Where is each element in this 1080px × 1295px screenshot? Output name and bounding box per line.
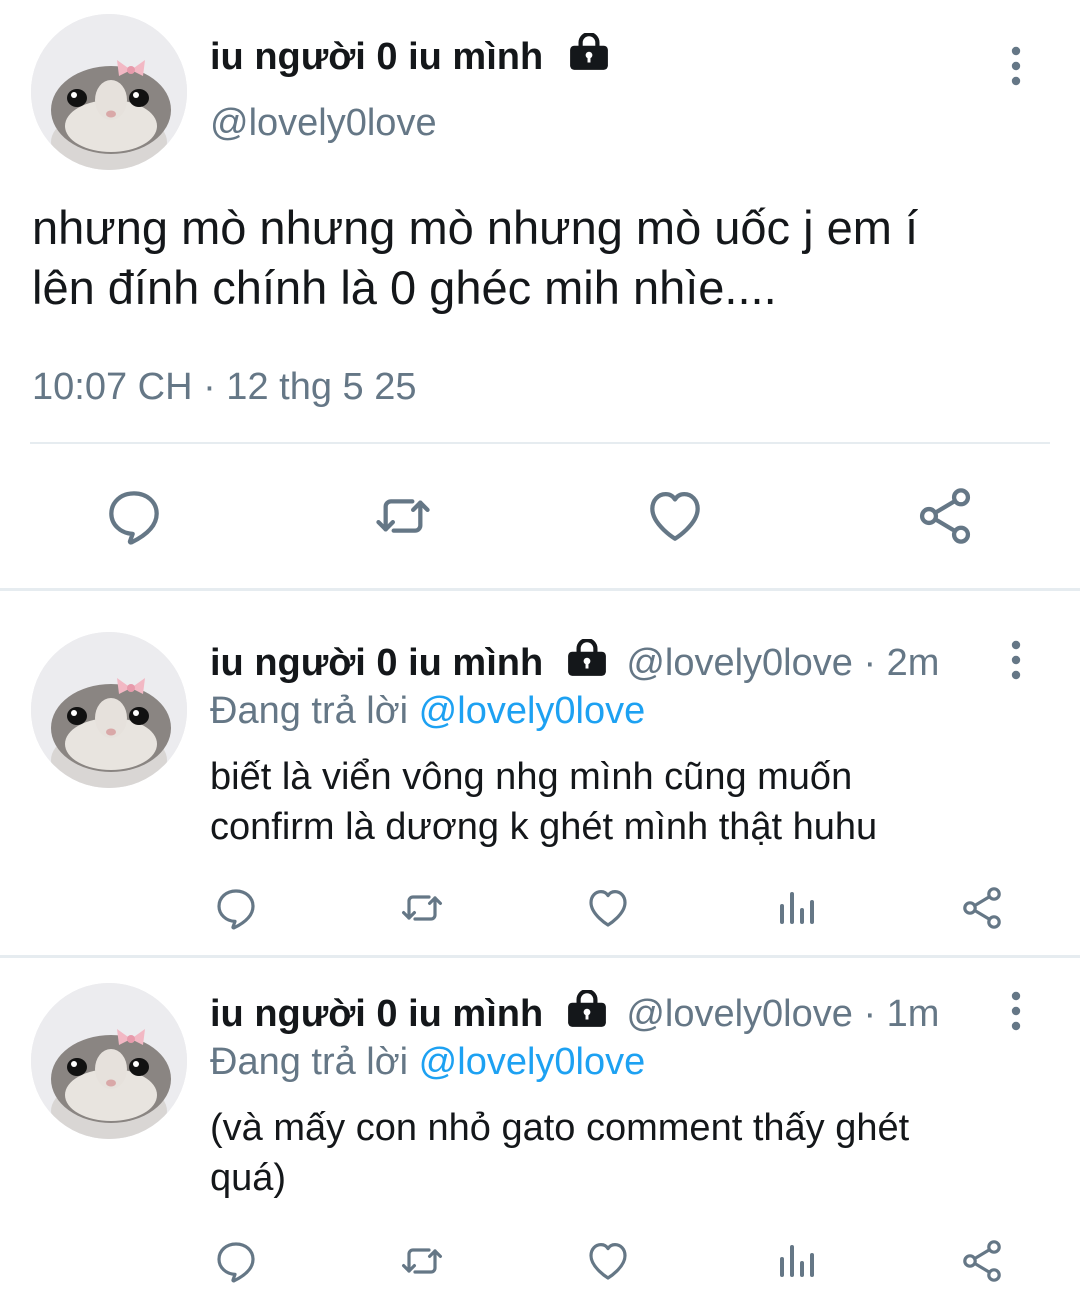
replying-to-link[interactable]: @lovely0love: [419, 690, 646, 732]
heart-icon: [584, 884, 632, 932]
share-icon: [958, 884, 1006, 932]
like-button[interactable]: [584, 884, 632, 932]
retweet-icon: [371, 484, 435, 548]
retweet-icon: [398, 884, 446, 932]
tweet-timestamp[interactable]: 10:07 CH · 12 thg 5 25: [32, 364, 416, 410]
replying-to-label: Đang trả lời: [210, 1041, 409, 1083]
views-button[interactable]: [772, 1237, 820, 1285]
tweet-text-line: lên đính chính là 0 ghéc mih nhìe....: [32, 261, 777, 314]
lock-icon: [566, 639, 608, 690]
more-options-button[interactable]: [1010, 640, 1022, 685]
retweet-button[interactable]: [398, 1237, 446, 1285]
views-button[interactable]: [772, 884, 820, 932]
reply-button[interactable]: [212, 1237, 260, 1285]
avatar[interactable]: [31, 632, 187, 788]
reply-text-line: quá): [210, 1157, 287, 1199]
reply-button[interactable]: [212, 884, 260, 932]
reply-text-line: (và mấy con nhỏ gato comment thấy ghét: [210, 1107, 910, 1149]
share-icon: [958, 1237, 1006, 1285]
handle-and-time[interactable]: @lovely0love · 2m: [626, 642, 939, 684]
lock-icon: [566, 990, 608, 1041]
section-divider: [0, 955, 1080, 958]
reply-text: biết là viển vông nhg mình cũng muốn con…: [210, 752, 877, 852]
share-button[interactable]: [958, 1237, 1006, 1285]
user-handle[interactable]: @lovely0love: [210, 98, 437, 148]
bar-chart-icon: [772, 1237, 820, 1285]
lock-icon: [568, 33, 610, 84]
like-button[interactable]: [584, 1237, 632, 1285]
avatar[interactable]: [31, 14, 187, 170]
reply-text-line: confirm là dương k ghét mình thật huhu: [210, 806, 878, 848]
retweet-icon: [398, 1237, 446, 1285]
more-options-button[interactable]: [1010, 46, 1022, 91]
display-name[interactable]: iu người 0 iu mình: [210, 642, 543, 684]
heart-icon: [584, 1237, 632, 1285]
retweet-button[interactable]: [371, 484, 435, 548]
handle-and-time[interactable]: @lovely0love · 1m: [626, 993, 939, 1035]
more-options-button[interactable]: [1010, 991, 1022, 1036]
share-button[interactable]: [958, 884, 1006, 932]
share-button[interactable]: [913, 484, 977, 548]
replying-to-link[interactable]: @lovely0love: [419, 1041, 646, 1083]
display-name[interactable]: iu người 0 iu mình: [210, 993, 543, 1035]
section-divider: [0, 588, 1080, 591]
replying-to-label: Đang trả lời: [210, 690, 409, 732]
reply-button[interactable]: [102, 484, 166, 548]
bar-chart-icon: [772, 884, 820, 932]
divider: [30, 442, 1050, 444]
reply-text: (và mấy con nhỏ gato comment thấy ghét q…: [210, 1103, 909, 1203]
heart-icon: [643, 484, 707, 548]
retweet-button[interactable]: [398, 884, 446, 932]
speech-bubble-icon: [102, 484, 166, 548]
avatar[interactable]: [31, 983, 187, 1139]
display-name[interactable]: iu người 0 iu mình: [210, 36, 543, 78]
reply-text-line: biết là viển vông nhg mình cũng muốn: [210, 756, 853, 798]
tweet-text-line: nhưng mò nhưng mò nhưng mò uốc j em í: [32, 201, 919, 254]
like-button[interactable]: [643, 484, 707, 548]
speech-bubble-icon: [212, 1237, 260, 1285]
share-icon: [913, 484, 977, 548]
tweet-text: nhưng mò nhưng mò nhưng mò uốc j em í lê…: [32, 198, 918, 318]
speech-bubble-icon: [212, 884, 260, 932]
